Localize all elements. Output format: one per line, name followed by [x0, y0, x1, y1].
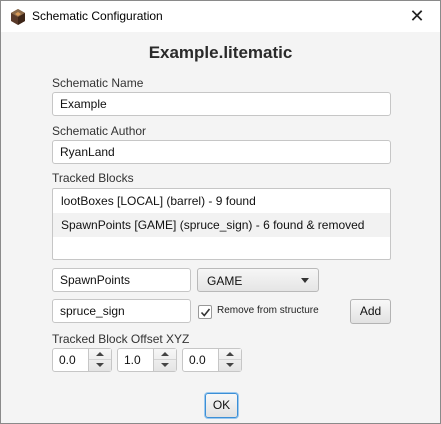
decrement-button[interactable] [154, 360, 176, 371]
decrement-button[interactable] [89, 360, 111, 371]
increment-button[interactable] [89, 349, 111, 360]
offset-x-spinner[interactable]: 0.0 [52, 348, 112, 372]
list-item[interactable]: SpawnPoints [GAME] (spruce_sign) - 6 fou… [53, 213, 390, 237]
offset-y-value: 1.0 [124, 353, 141, 367]
list-item[interactable]: lootBoxes [LOCAL] (barrel) - 9 found [53, 189, 390, 213]
arrow-down-icon [161, 363, 169, 367]
offset-z-value: 0.0 [189, 353, 206, 367]
schematic-configuration-dialog: Schematic Configuration ✕ Example.litema… [0, 0, 441, 424]
tracked-blocks-list[interactable]: lootBoxes [LOCAL] (barrel) - 9 found Spa… [52, 188, 391, 260]
block-type-input[interactable]: spruce_sign [52, 299, 191, 323]
increment-button[interactable] [154, 349, 176, 360]
minecraft-block-icon [11, 9, 25, 25]
spinner-buttons [218, 349, 241, 371]
close-icon: ✕ [409, 6, 425, 26]
chevron-down-icon [301, 278, 309, 283]
remove-from-structure-label: Remove from structure [217, 305, 319, 316]
close-button[interactable]: ✕ [394, 1, 440, 32]
schematic-name-input[interactable]: Example [52, 92, 391, 116]
schematic-file-title: Example.litematic [148, 43, 293, 62]
scope-dropdown[interactable]: GAME [197, 268, 319, 292]
add-button[interactable]: Add [350, 299, 391, 324]
scope-dropdown-value: GAME [207, 274, 243, 288]
title-bar[interactable]: Schematic Configuration ✕ [1, 1, 440, 32]
window-title: Schematic Configuration [32, 9, 163, 23]
remove-from-structure-checkbox[interactable] [198, 305, 212, 319]
offset-z-spinner[interactable]: 0.0 [182, 348, 242, 372]
decrement-button[interactable] [219, 360, 241, 371]
arrow-down-icon [226, 363, 234, 367]
checkmark-icon [200, 308, 211, 317]
schematic-name-label: Schematic Name [52, 76, 144, 90]
tracked-blocks-label: Tracked Blocks [52, 171, 134, 185]
arrow-up-icon [96, 352, 104, 356]
spinner-buttons [153, 349, 176, 371]
spinner-buttons [88, 349, 111, 371]
offset-x-value: 0.0 [59, 353, 76, 367]
increment-button[interactable] [219, 349, 241, 360]
arrow-down-icon [96, 363, 104, 367]
offset-label: Tracked Block Offset XYZ [52, 332, 190, 346]
arrow-up-icon [161, 352, 169, 356]
offset-y-spinner[interactable]: 1.0 [117, 348, 177, 372]
ok-button[interactable]: OK [205, 393, 238, 418]
schematic-author-label: Schematic Author [52, 124, 147, 138]
tracked-block-name-input[interactable]: SpawnPoints [52, 268, 191, 292]
arrow-up-icon [226, 352, 234, 356]
schematic-author-input[interactable]: RyanLand [52, 140, 391, 164]
